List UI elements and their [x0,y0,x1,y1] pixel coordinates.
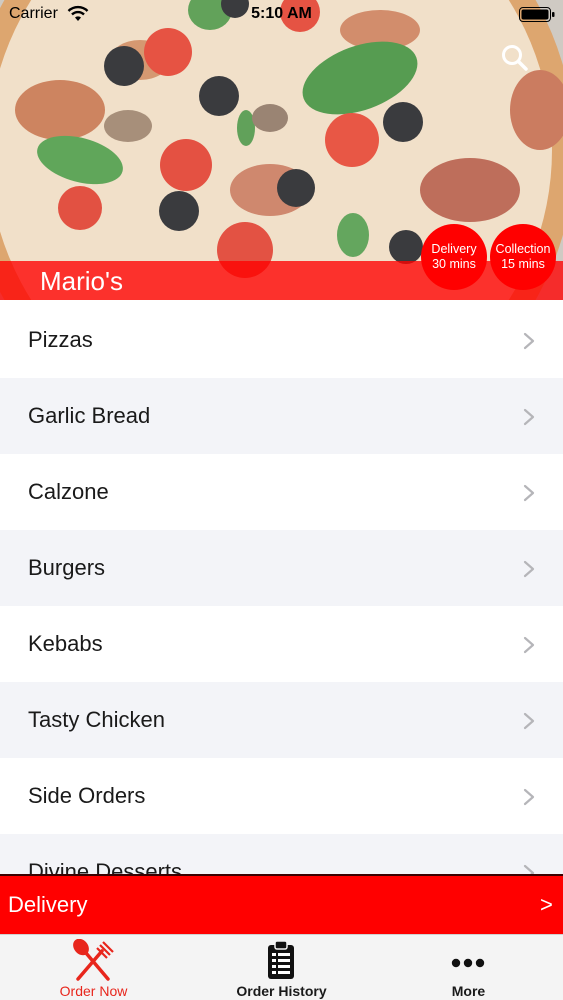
menu-item-label: Pizzas [28,327,93,352]
chevron-right-icon [523,408,535,426]
search-icon[interactable] [499,42,531,74]
more-dots-icon [451,958,485,968]
tab-order-now[interactable]: Order Now [0,935,187,1000]
menu-item-burgers[interactable]: Burgers [0,530,563,606]
chevron-right-icon [523,332,535,350]
battery-icon [519,7,555,22]
chevron-right-icon [523,636,535,654]
tab-label: More [451,983,486,999]
chevron-right-icon [523,560,535,578]
delivery-time-badge: Delivery 30 mins [421,224,487,290]
menu-item-tasty-chicken[interactable]: Tasty Chicken [0,682,563,758]
status-bar: Carrier 5:10 AM [0,0,563,30]
chevron-right-icon [523,864,535,874]
menu-item-label: Burgers [28,555,106,580]
menu-item-label: Kebabs [28,631,103,656]
order-type-label: Delivery [8,892,88,917]
delivery-badge-time: 30 mins [432,257,476,271]
menu-item-calzone[interactable]: Calzone [0,454,563,530]
menu-category-list[interactable]: Pizzas Garlic Bread Calzone Burgers Keba… [0,302,563,874]
collection-badge-label: Collection [495,242,551,256]
menu-item-garlic-bread[interactable]: Garlic Bread [0,378,563,454]
clipboard-list-icon [268,940,294,979]
fork-knife-icon [73,939,114,981]
delivery-badge-label: Delivery [431,242,477,256]
tab-label: Order Now [59,983,128,999]
menu-item-side-orders[interactable]: Side Orders [0,758,563,834]
menu-item-label: Calzone [28,479,109,504]
chevron-right-icon: > [540,892,553,917]
collection-badge-time: 15 mins [501,257,545,271]
menu-item-divine-desserts[interactable]: Divine Desserts [0,834,563,874]
menu-item-kebabs[interactable]: Kebabs [0,606,563,682]
tab-order-history[interactable]: Order History [188,935,375,1000]
menu-item-label: Divine Desserts [28,859,183,874]
chevron-right-icon [523,788,535,806]
tab-more[interactable]: More [375,935,562,1000]
menu-item-label: Side Orders [28,783,146,808]
menu-item-label: Garlic Bread [28,403,151,428]
tab-label: Order History [236,983,327,999]
tab-bar: Order Now Order History More [0,934,563,1000]
menu-item-label: Tasty Chicken [28,707,165,732]
order-type-bar[interactable]: Delivery > [0,874,563,934]
chevron-right-icon [523,484,535,502]
menu-item-pizzas[interactable]: Pizzas [0,302,563,378]
hero-banner: Carrier 5:10 AM Mario's Delivery 30 mins… [0,0,563,300]
collection-time-badge: Collection 15 mins [490,224,556,290]
clock-label: 5:10 AM [251,5,312,22]
chevron-right-icon [523,712,535,730]
restaurant-name: Mario's [40,266,123,296]
